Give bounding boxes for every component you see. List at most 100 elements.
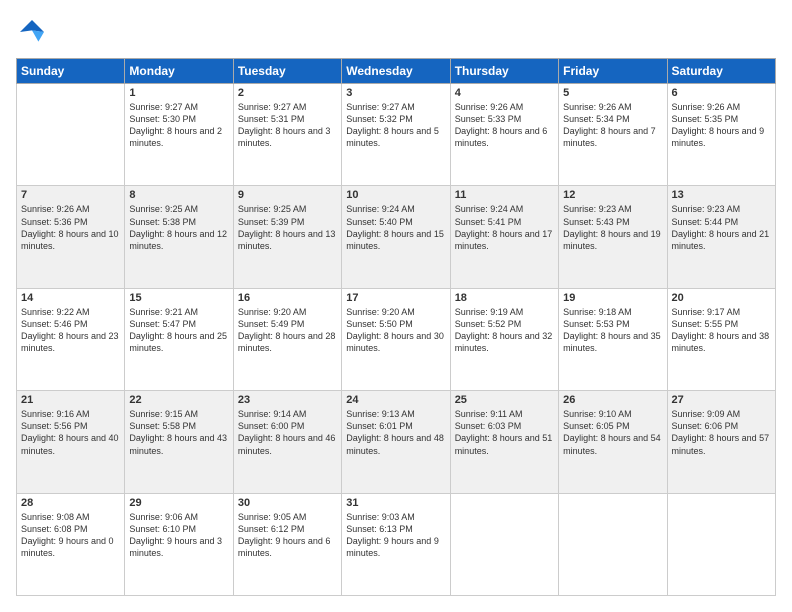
day-info: Sunrise: 9:19 AMSunset: 5:52 PMDaylight:…	[455, 306, 554, 355]
day-number: 11	[455, 189, 554, 201]
calendar-week-row: 21 Sunrise: 9:16 AMSunset: 5:56 PMDayligh…	[17, 391, 776, 493]
calendar-cell: 12Sunrise: 9:23 AMSunset: 5:43 PMDayligh…	[559, 186, 667, 288]
day-number: 6	[672, 87, 771, 99]
calendar-cell: 21 Sunrise: 9:16 AMSunset: 5:56 PMDayligh…	[17, 391, 125, 493]
calendar-cell: 22 Sunrise: 9:15 AMSunset: 5:58 PMDayligh…	[125, 391, 233, 493]
calendar-cell: 4 Sunrise: 9:26 AMSunset: 5:33 PMDaylight…	[450, 84, 558, 186]
day-number: 10	[346, 189, 445, 201]
calendar-header-row: SundayMondayTuesdayWednesdayThursdayFrid…	[17, 59, 776, 84]
day-info: Sunrise: 9:13 AMSunset: 6:01 PMDaylight:…	[346, 408, 445, 457]
day-info: Sunrise: 9:27 AMSunset: 5:32 PMDaylight:…	[346, 101, 445, 150]
calendar-cell: 5 Sunrise: 9:26 AMSunset: 5:34 PMDaylight…	[559, 84, 667, 186]
day-number: 24	[346, 394, 445, 406]
day-info: Sunrise: 9:23 AMSunset: 5:43 PMDaylight:…	[563, 203, 662, 252]
calendar-day-header: Monday	[125, 59, 233, 84]
day-number: 26	[563, 394, 662, 406]
calendar-cell: 30 Sunrise: 9:05 AMSunset: 6:12 PMDayligh…	[233, 493, 341, 595]
day-info: Sunrise: 9:06 AMSunset: 6:10 PMDaylight:…	[129, 511, 228, 560]
calendar-cell: 6 Sunrise: 9:26 AMSunset: 5:35 PMDaylight…	[667, 84, 775, 186]
calendar-day-header: Friday	[559, 59, 667, 84]
day-number: 7	[21, 189, 120, 201]
calendar-cell: 28 Sunrise: 9:08 AMSunset: 6:08 PMDayligh…	[17, 493, 125, 595]
day-info: Sunrise: 9:26 AMSunset: 5:35 PMDaylight:…	[672, 101, 771, 150]
calendar-cell	[17, 84, 125, 186]
day-info: Sunrise: 9:18 AMSunset: 5:53 PMDaylight:…	[563, 306, 662, 355]
day-info: Sunrise: 9:25 AMSunset: 5:39 PMDaylight:…	[238, 203, 337, 252]
page: SundayMondayTuesdayWednesdayThursdayFrid…	[0, 0, 792, 612]
day-info: Sunrise: 9:26 AMSunset: 5:36 PMDaylight:…	[21, 203, 120, 252]
calendar-cell: 19 Sunrise: 9:18 AMSunset: 5:53 PMDayligh…	[559, 288, 667, 390]
calendar-cell: 2 Sunrise: 9:27 AMSunset: 5:31 PMDaylight…	[233, 84, 341, 186]
day-number: 5	[563, 87, 662, 99]
calendar-day-header: Sunday	[17, 59, 125, 84]
day-number: 17	[346, 292, 445, 304]
calendar-week-row: 14Sunrise: 9:22 AMSunset: 5:46 PMDayligh…	[17, 288, 776, 390]
day-info: Sunrise: 9:27 AMSunset: 5:31 PMDaylight:…	[238, 101, 337, 150]
day-number: 2	[238, 87, 337, 99]
calendar-cell: 14Sunrise: 9:22 AMSunset: 5:46 PMDayligh…	[17, 288, 125, 390]
day-info: Sunrise: 9:23 AMSunset: 5:44 PMDaylight:…	[672, 203, 771, 252]
header	[16, 16, 776, 48]
day-number: 3	[346, 87, 445, 99]
day-info: Sunrise: 9:08 AMSunset: 6:08 PMDaylight:…	[21, 511, 120, 560]
day-info: Sunrise: 9:10 AMSunset: 6:05 PMDaylight:…	[563, 408, 662, 457]
day-number: 29	[129, 497, 228, 509]
calendar-cell: 15 Sunrise: 9:21 AMSunset: 5:47 PMDayligh…	[125, 288, 233, 390]
day-info: Sunrise: 9:17 AMSunset: 5:55 PMDaylight:…	[672, 306, 771, 355]
day-info: Sunrise: 9:20 AMSunset: 5:50 PMDaylight:…	[346, 306, 445, 355]
day-number: 31	[346, 497, 445, 509]
logo	[16, 16, 52, 48]
calendar-cell: 24 Sunrise: 9:13 AMSunset: 6:01 PMDayligh…	[342, 391, 450, 493]
day-info: Sunrise: 9:16 AMSunset: 5:56 PMDaylight:…	[21, 408, 120, 457]
calendar-cell: 26 Sunrise: 9:10 AMSunset: 6:05 PMDayligh…	[559, 391, 667, 493]
day-number: 1	[129, 87, 228, 99]
day-number: 19	[563, 292, 662, 304]
day-info: Sunrise: 9:20 AMSunset: 5:49 PMDaylight:…	[238, 306, 337, 355]
calendar-cell	[450, 493, 558, 595]
calendar-cell: 27 Sunrise: 9:09 AMSunset: 6:06 PMDayligh…	[667, 391, 775, 493]
day-info: Sunrise: 9:11 AMSunset: 6:03 PMDaylight:…	[455, 408, 554, 457]
day-info: Sunrise: 9:21 AMSunset: 5:47 PMDaylight:…	[129, 306, 228, 355]
day-number: 21	[21, 394, 120, 406]
day-number: 30	[238, 497, 337, 509]
calendar-cell: 31 Sunrise: 9:03 AMSunset: 6:13 PMDayligh…	[342, 493, 450, 595]
day-number: 13	[672, 189, 771, 201]
day-number: 15	[129, 292, 228, 304]
day-number: 25	[455, 394, 554, 406]
calendar-day-header: Saturday	[667, 59, 775, 84]
day-info: Sunrise: 9:24 AMSunset: 5:41 PMDaylight:…	[455, 203, 554, 252]
calendar-cell: 17 Sunrise: 9:20 AMSunset: 5:50 PMDayligh…	[342, 288, 450, 390]
calendar-cell	[667, 493, 775, 595]
day-number: 18	[455, 292, 554, 304]
day-info: Sunrise: 9:26 AMSunset: 5:34 PMDaylight:…	[563, 101, 662, 150]
calendar-cell: 9 Sunrise: 9:25 AMSunset: 5:39 PMDaylight…	[233, 186, 341, 288]
day-info: Sunrise: 9:15 AMSunset: 5:58 PMDaylight:…	[129, 408, 228, 457]
calendar-week-row: 7 Sunrise: 9:26 AMSunset: 5:36 PMDaylight…	[17, 186, 776, 288]
calendar-cell: 11 Sunrise: 9:24 AMSunset: 5:41 PMDayligh…	[450, 186, 558, 288]
day-info: Sunrise: 9:09 AMSunset: 6:06 PMDaylight:…	[672, 408, 771, 457]
day-info: Sunrise: 9:27 AMSunset: 5:30 PMDaylight:…	[129, 101, 228, 150]
day-number: 16	[238, 292, 337, 304]
calendar-cell: 23Sunrise: 9:14 AMSunset: 6:00 PMDayligh…	[233, 391, 341, 493]
day-number: 27	[672, 394, 771, 406]
calendar-cell: 16 Sunrise: 9:20 AMSunset: 5:49 PMDayligh…	[233, 288, 341, 390]
calendar-cell: 18 Sunrise: 9:19 AMSunset: 5:52 PMDayligh…	[450, 288, 558, 390]
day-number: 28	[21, 497, 120, 509]
calendar-cell: 20Sunrise: 9:17 AMSunset: 5:55 PMDayligh…	[667, 288, 775, 390]
day-number: 4	[455, 87, 554, 99]
calendar-cell: 8Sunrise: 9:25 AMSunset: 5:38 PMDaylight…	[125, 186, 233, 288]
calendar-week-row: 28 Sunrise: 9:08 AMSunset: 6:08 PMDayligh…	[17, 493, 776, 595]
day-number: 8	[129, 189, 228, 201]
day-info: Sunrise: 9:26 AMSunset: 5:33 PMDaylight:…	[455, 101, 554, 150]
calendar-week-row: 1 Sunrise: 9:27 AMSunset: 5:30 PMDaylight…	[17, 84, 776, 186]
day-number: 9	[238, 189, 337, 201]
calendar-day-header: Thursday	[450, 59, 558, 84]
calendar-cell: 10Sunrise: 9:24 AMSunset: 5:40 PMDayligh…	[342, 186, 450, 288]
calendar-cell: 1 Sunrise: 9:27 AMSunset: 5:30 PMDaylight…	[125, 84, 233, 186]
day-info: Sunrise: 9:05 AMSunset: 6:12 PMDaylight:…	[238, 511, 337, 560]
day-info: Sunrise: 9:03 AMSunset: 6:13 PMDaylight:…	[346, 511, 445, 560]
day-number: 22	[129, 394, 228, 406]
calendar-cell: 7 Sunrise: 9:26 AMSunset: 5:36 PMDaylight…	[17, 186, 125, 288]
logo-icon	[16, 16, 48, 48]
calendar-cell	[559, 493, 667, 595]
